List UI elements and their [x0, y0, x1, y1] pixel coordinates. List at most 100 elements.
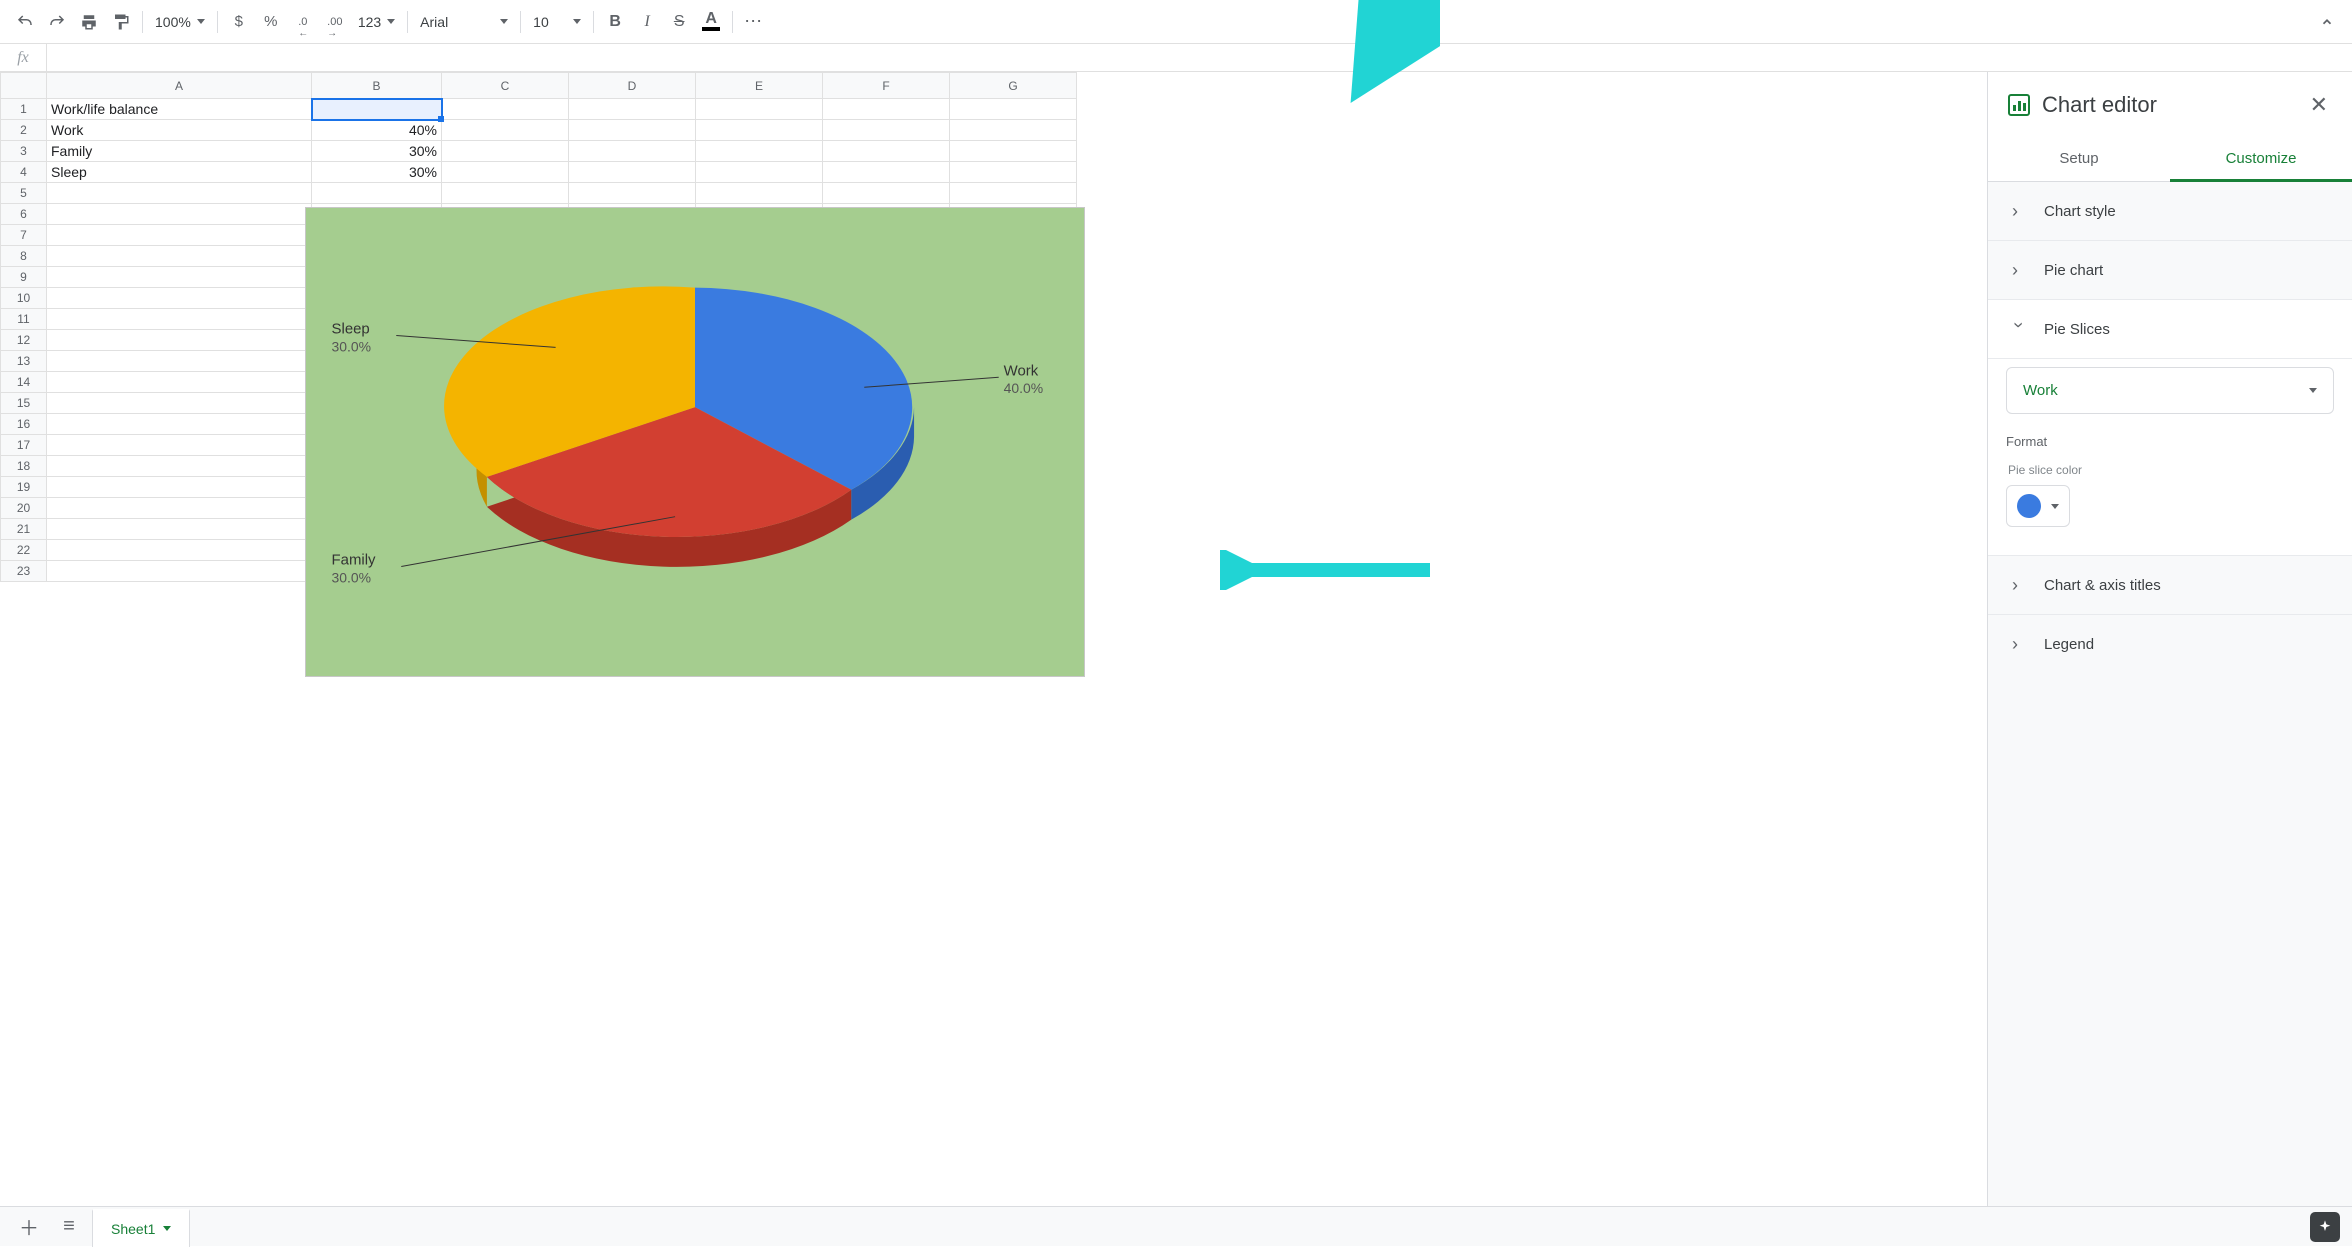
cell-A4[interactable]: Sleep — [47, 162, 312, 183]
print-button[interactable] — [74, 7, 104, 37]
cell-A10[interactable] — [47, 288, 312, 309]
all-sheets-button[interactable]: ≡ — [52, 1212, 86, 1242]
row-header-19[interactable]: 19 — [1, 477, 47, 498]
cell-A1[interactable]: Work/life balance — [47, 99, 312, 120]
cell-A2[interactable]: Work — [47, 120, 312, 141]
collapse-toolbar-button[interactable] — [2312, 7, 2342, 37]
cell-A3[interactable]: Family — [47, 141, 312, 162]
cell-B5[interactable] — [312, 183, 442, 204]
cell-E2[interactable] — [696, 120, 823, 141]
more-formats-dropdown[interactable]: 123 — [352, 7, 401, 37]
cell-G1[interactable] — [950, 99, 1077, 120]
embedded-pie-chart[interactable]: Work 40.0% Family 30.0% Sleep 30.0% — [305, 207, 1085, 677]
cell-A15[interactable] — [47, 393, 312, 414]
cell-E4[interactable] — [696, 162, 823, 183]
cell-C4[interactable] — [442, 162, 569, 183]
cell-A21[interactable] — [47, 519, 312, 540]
cell-C5[interactable] — [442, 183, 569, 204]
cell-C3[interactable] — [442, 141, 569, 162]
cell-A16[interactable] — [47, 414, 312, 435]
col-header-D[interactable]: D — [569, 73, 696, 99]
cell-F1[interactable] — [823, 99, 950, 120]
cell-A7[interactable] — [47, 225, 312, 246]
explore-button[interactable] — [2310, 1212, 2340, 1242]
font-size-dropdown[interactable]: 10 — [527, 7, 587, 37]
more-toolbar-button[interactable]: ⋯ — [739, 7, 769, 37]
cell-D2[interactable] — [569, 120, 696, 141]
row-header-20[interactable]: 20 — [1, 498, 47, 519]
cell-B3[interactable]: 30% — [312, 141, 442, 162]
cell-A18[interactable] — [47, 456, 312, 477]
cell-A20[interactable] — [47, 498, 312, 519]
cell-A5[interactable] — [47, 183, 312, 204]
paint-format-button[interactable] — [106, 7, 136, 37]
row-header-17[interactable]: 17 — [1, 435, 47, 456]
row-header-9[interactable]: 9 — [1, 267, 47, 288]
col-header-C[interactable]: C — [442, 73, 569, 99]
redo-button[interactable] — [42, 7, 72, 37]
cell-C1[interactable] — [442, 99, 569, 120]
add-sheet-button[interactable]: ＋ — [12, 1212, 46, 1242]
cell-A23[interactable] — [47, 561, 312, 582]
row-header-4[interactable]: 4 — [1, 162, 47, 183]
slice-color-picker[interactable] — [2006, 485, 2070, 527]
row-header-5[interactable]: 5 — [1, 183, 47, 204]
tab-setup[interactable]: Setup — [1988, 136, 2170, 181]
slice-select-dropdown[interactable]: Work — [2006, 367, 2334, 414]
currency-button[interactable]: $ — [224, 7, 254, 37]
cell-B4[interactable]: 30% — [312, 162, 442, 183]
cell-F3[interactable] — [823, 141, 950, 162]
cell-E5[interactable] — [696, 183, 823, 204]
section-pie-slices[interactable]: › Pie Slices — [1988, 300, 2352, 359]
section-chart-style[interactable]: › Chart style — [1988, 182, 2352, 241]
tab-customize[interactable]: Customize — [2170, 136, 2352, 181]
bold-button[interactable]: B — [600, 7, 630, 37]
cell-A22[interactable] — [47, 540, 312, 561]
close-button[interactable]: ✕ — [2306, 88, 2332, 122]
section-pie-chart[interactable]: › Pie chart — [1988, 241, 2352, 300]
row-header-14[interactable]: 14 — [1, 372, 47, 393]
select-all-cell[interactable] — [1, 73, 47, 99]
cell-D5[interactable] — [569, 183, 696, 204]
row-header-11[interactable]: 11 — [1, 309, 47, 330]
zoom-dropdown[interactable]: 100% — [149, 7, 211, 37]
cell-B1[interactable] — [312, 99, 442, 120]
row-header-12[interactable]: 12 — [1, 330, 47, 351]
sheet-tab-sheet1[interactable]: Sheet1 — [92, 1209, 190, 1247]
cell-G4[interactable] — [950, 162, 1077, 183]
row-header-23[interactable]: 23 — [1, 561, 47, 582]
col-header-B[interactable]: B — [312, 73, 442, 99]
cell-A8[interactable] — [47, 246, 312, 267]
row-header-15[interactable]: 15 — [1, 393, 47, 414]
undo-button[interactable] — [10, 7, 40, 37]
cell-G5[interactable] — [950, 183, 1077, 204]
row-header-18[interactable]: 18 — [1, 456, 47, 477]
cell-A9[interactable] — [47, 267, 312, 288]
row-header-2[interactable]: 2 — [1, 120, 47, 141]
section-chart-axis-titles[interactable]: › Chart & axis titles — [1988, 556, 2352, 615]
cell-F2[interactable] — [823, 120, 950, 141]
col-header-A[interactable]: A — [47, 73, 312, 99]
cell-B2[interactable]: 40% — [312, 120, 442, 141]
row-header-1[interactable]: 1 — [1, 99, 47, 120]
cell-A13[interactable] — [47, 351, 312, 372]
row-header-21[interactable]: 21 — [1, 519, 47, 540]
row-header-22[interactable]: 22 — [1, 540, 47, 561]
row-header-16[interactable]: 16 — [1, 414, 47, 435]
spreadsheet-grid[interactable]: ABCDEFG1Work/life balance2Work40%3Family… — [0, 72, 1987, 1206]
cell-D4[interactable] — [569, 162, 696, 183]
col-header-F[interactable]: F — [823, 73, 950, 99]
percent-button[interactable]: % — [256, 7, 286, 37]
increase-decimal-button[interactable]: .00→ — [320, 7, 350, 37]
section-legend[interactable]: › Legend — [1988, 615, 2352, 673]
row-header-3[interactable]: 3 — [1, 141, 47, 162]
cell-F5[interactable] — [823, 183, 950, 204]
text-color-button[interactable]: A — [696, 7, 726, 37]
cell-C2[interactable] — [442, 120, 569, 141]
cell-A17[interactable] — [47, 435, 312, 456]
row-header-6[interactable]: 6 — [1, 204, 47, 225]
cell-E3[interactable] — [696, 141, 823, 162]
row-header-10[interactable]: 10 — [1, 288, 47, 309]
formula-input[interactable] — [46, 44, 2352, 71]
col-header-E[interactable]: E — [696, 73, 823, 99]
